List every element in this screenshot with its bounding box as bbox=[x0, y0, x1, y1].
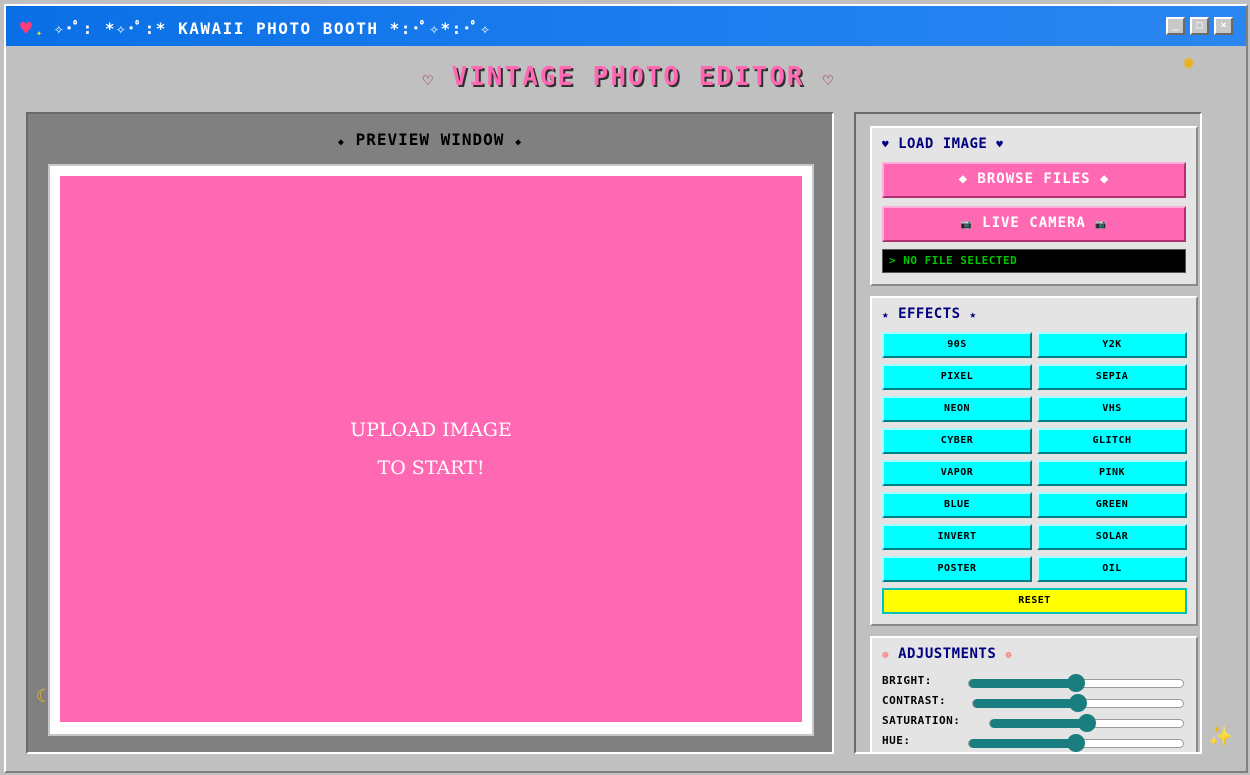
slider-fill bbox=[969, 739, 1076, 748]
slider-fill bbox=[973, 699, 1078, 708]
effect-button-vhs[interactable]: VHS bbox=[1037, 396, 1187, 422]
slider-track[interactable] bbox=[968, 734, 1184, 752]
upload-prompt-line1: UPLOAD IMAGE bbox=[350, 419, 512, 441]
camera-icon: 📷 bbox=[960, 220, 973, 230]
star-icon: ★ bbox=[882, 308, 890, 321]
file-status: > NO FILE SELECTED bbox=[882, 249, 1186, 273]
reset-button[interactable]: RESET bbox=[882, 588, 1187, 614]
effect-button-90s[interactable]: 90S bbox=[882, 332, 1032, 358]
slider-thumb[interactable] bbox=[1069, 694, 1087, 712]
flower-icon: ❁ bbox=[882, 648, 890, 661]
slider-label: BRIGHT: bbox=[882, 674, 932, 687]
heart-icon: ♡ bbox=[422, 70, 434, 89]
effect-button-poster[interactable]: POSTER bbox=[882, 556, 1032, 582]
live-camera-label: LIVE CAMERA bbox=[982, 215, 1086, 231]
page-title: ♡ VINTAGE PHOTO EDITOR ♡ bbox=[6, 62, 1250, 92]
preview-title: ◆ PREVIEW WINDOW ◆ bbox=[28, 130, 832, 149]
slider-fill bbox=[990, 719, 1087, 728]
sparkle-icon: ✨ bbox=[1208, 724, 1233, 748]
star-icon: ★ bbox=[969, 308, 977, 321]
adjustments-title: ❁ ADJUSTMENTS ❁ bbox=[882, 646, 1012, 662]
slider-track[interactable] bbox=[989, 714, 1184, 732]
diamond-icon: ◆ bbox=[337, 137, 345, 148]
app-window: ♥ ✦ ✧･ﾟ: *✧･ﾟ:* KAWAII PHOTO BOOTH *:･ﾟ✧… bbox=[4, 4, 1248, 773]
effect-button-blue[interactable]: BLUE bbox=[882, 492, 1032, 518]
effect-button-glitch[interactable]: GLITCH bbox=[1037, 428, 1187, 454]
preview-frame: UPLOAD IMAGE TO START! bbox=[48, 164, 814, 736]
effect-button-sepia[interactable]: SEPIA bbox=[1037, 364, 1187, 390]
effect-button-neon[interactable]: NEON bbox=[882, 396, 1032, 422]
effects-title-text: EFFECTS bbox=[898, 306, 961, 322]
slider-row: HUE: bbox=[882, 734, 1190, 752]
effect-button-y2k[interactable]: Y2K bbox=[1037, 332, 1187, 358]
diamond-icon: ◆ bbox=[515, 137, 523, 148]
effects-section: ★ EFFECTS ★ 90S Y2K PIXEL SEPIA NEON VHS CYBER… bbox=[870, 296, 1198, 626]
browse-files-button[interactable]: ◆ BROWSE FILES ◆ bbox=[882, 162, 1186, 198]
slider-fill bbox=[969, 679, 1076, 688]
moon-icon: ☾ bbox=[36, 686, 47, 707]
effect-button-green[interactable]: GREEN bbox=[1037, 492, 1187, 518]
heart-icon: ♥ bbox=[20, 16, 33, 40]
window-title: ✧･ﾟ: *✧･ﾟ:* KAWAII PHOTO BOOTH *:･ﾟ✧*:･ﾟ… bbox=[54, 19, 492, 38]
slider-thumb[interactable] bbox=[1077, 714, 1096, 732]
effect-button-pixel[interactable]: PIXEL bbox=[882, 364, 1032, 390]
load-image-title: ♥ LOAD IMAGE ♥ bbox=[882, 136, 1003, 152]
heart-icon: ♡ bbox=[822, 70, 834, 89]
flower-icon: ❁ bbox=[1005, 648, 1013, 661]
load-image-title-text: LOAD IMAGE bbox=[898, 136, 988, 152]
slider-track[interactable] bbox=[968, 674, 1184, 692]
controls-panel: ♥ LOAD IMAGE ♥ ◆ BROWSE FILES ◆ 📷 LIVE C… bbox=[854, 112, 1202, 754]
load-image-section: ♥ LOAD IMAGE ♥ ◆ BROWSE FILES ◆ 📷 LIVE C… bbox=[870, 126, 1198, 286]
effect-button-cyber[interactable]: CYBER bbox=[882, 428, 1032, 454]
effects-title: ★ EFFECTS ★ bbox=[882, 306, 977, 322]
adjustments-title-text: ADJUSTMENTS bbox=[898, 646, 997, 662]
slider-track[interactable] bbox=[972, 694, 1184, 712]
effect-button-solar[interactable]: SOLAR bbox=[1037, 524, 1187, 550]
live-camera-button[interactable]: 📷 LIVE CAMERA 📷 bbox=[882, 206, 1186, 242]
slider-thumb[interactable] bbox=[1067, 734, 1085, 752]
effect-button-pink[interactable]: PINK bbox=[1037, 460, 1187, 486]
minimize-button[interactable]: _ bbox=[1166, 17, 1185, 35]
slider-label: HUE: bbox=[882, 734, 911, 747]
preview-title-text: PREVIEW WINDOW bbox=[355, 130, 505, 149]
slider-row: CONTRAST: bbox=[882, 694, 1190, 712]
preview-panel: ◆ PREVIEW WINDOW ◆ UPLOAD IMAGE TO START… bbox=[26, 112, 834, 754]
effect-button-invert[interactable]: INVERT bbox=[882, 524, 1032, 550]
slider-label: CONTRAST: bbox=[882, 694, 947, 707]
slider-row: SATURATION: bbox=[882, 714, 1190, 732]
camera-icon: 📷 bbox=[1095, 220, 1108, 230]
page-title-text: VINTAGE PHOTO EDITOR bbox=[451, 62, 805, 92]
preview-canvas[interactable]: UPLOAD IMAGE TO START! bbox=[60, 176, 802, 722]
maximize-button[interactable]: □ bbox=[1190, 17, 1209, 35]
close-button[interactable]: × bbox=[1214, 17, 1233, 35]
slider-thumb[interactable] bbox=[1067, 674, 1085, 692]
slider-label: SATURATION: bbox=[882, 714, 961, 727]
title-bar[interactable]: ♥ ✦ ✧･ﾟ: *✧･ﾟ:* KAWAII PHOTO BOOTH *:･ﾟ✧… bbox=[6, 6, 1246, 46]
effect-button-oil[interactable]: OIL bbox=[1037, 556, 1187, 582]
effect-button-vapor[interactable]: VAPOR bbox=[882, 460, 1032, 486]
heart-icon: ♥ bbox=[996, 138, 1004, 151]
sun-icon: ✹ bbox=[1182, 50, 1196, 75]
upload-prompt-line2: TO START! bbox=[377, 457, 485, 479]
slider-row: BRIGHT: bbox=[882, 674, 1190, 692]
sparkle-icon: ✦ bbox=[36, 28, 43, 39]
adjustments-section: ❁ ADJUSTMENTS ❁ BRIGHT: CONTRAST: SATURATI… bbox=[870, 636, 1198, 752]
heart-icon: ♥ bbox=[882, 138, 890, 151]
